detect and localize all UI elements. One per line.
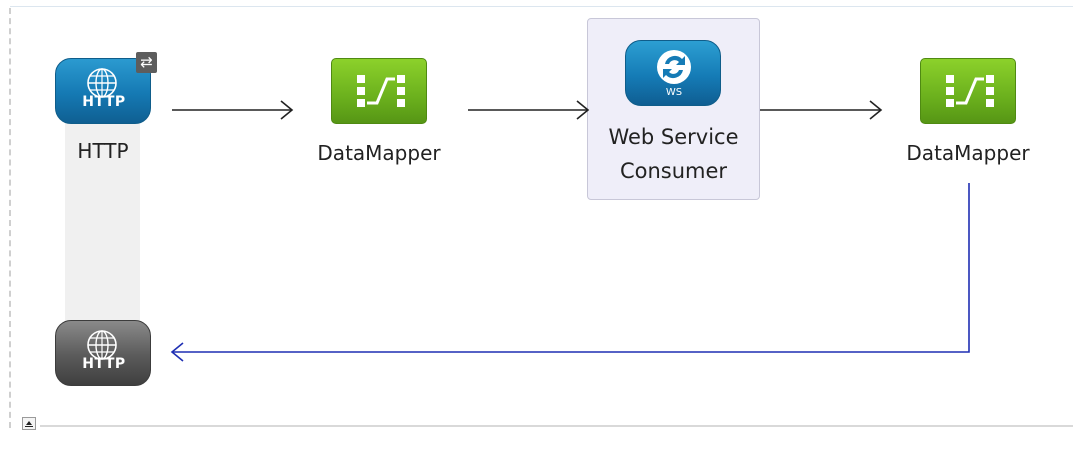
arrow-http-to-datamapper-1[interactable] <box>172 100 294 120</box>
flow-connectors <box>170 100 970 362</box>
arrow-ws-to-datamapper-2[interactable] <box>760 100 883 120</box>
arrow-datamapper-1-to-ws[interactable] <box>468 100 590 120</box>
canvas-bottom-rule <box>40 425 1073 427</box>
return-arrow-to-http-response[interactable] <box>170 183 970 362</box>
collapse-toggle-icon[interactable] <box>22 417 36 430</box>
flow-canvas: HTTP ⇄ HTTP DataMapper WS Web Service Co… <box>0 0 1073 452</box>
